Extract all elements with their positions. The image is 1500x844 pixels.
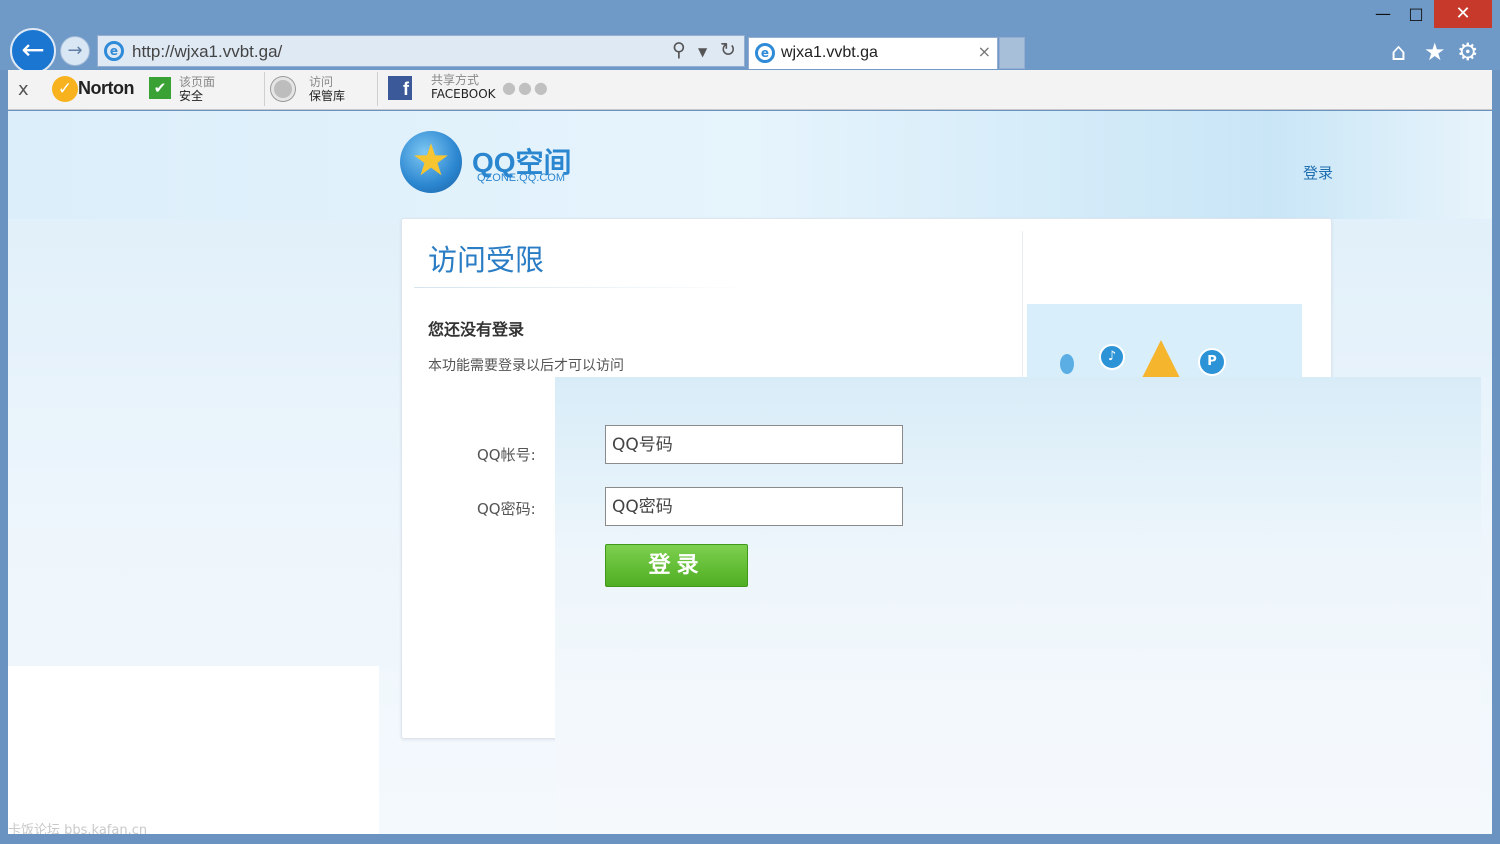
account-input[interactable]: QQ号码 — [605, 425, 903, 464]
password-label: QQ密码: — [477, 500, 536, 518]
norton-toolbar: x ✓ Norton ✔ 该页面 安全 访问 保管库 f 共享方式 FACEBO… — [8, 70, 1492, 110]
maximize-button[interactable]: □ — [1398, 0, 1434, 28]
facebook-icon: f — [388, 76, 412, 100]
star-icon[interactable]: ★ — [1424, 38, 1446, 66]
more-options-icon[interactable]: ●●● — [502, 78, 550, 97]
music-icon: ♪ — [1099, 344, 1125, 370]
norton-logo[interactable]: Norton — [78, 78, 134, 99]
qzone-logo-icon: ★ — [400, 131, 462, 193]
vault-button[interactable]: 访问 保管库 — [309, 75, 345, 103]
safe-check-icon: ✔ — [149, 77, 171, 99]
page-content: ★ QQ空间 QZONE.QQ.COM 登录 访问受限 您还没有登录 本功能需要… — [8, 111, 1492, 834]
not-logged-in-heading: 您还没有登录 — [428, 320, 525, 339]
minimize-button[interactable]: — — [1365, 0, 1401, 28]
blank-panel — [8, 666, 379, 834]
account-label: QQ帐号: — [477, 446, 536, 464]
login-overlay: QQ号码 QQ密码 登录 — [555, 377, 1481, 834]
login-required-text: 本功能需要登录以后才可以访问 — [428, 358, 624, 374]
forum-watermark: 卡饭论坛 bbs.kafan.cn — [8, 823, 148, 834]
p-badge-icon: P — [1198, 348, 1226, 376]
address-bar[interactable]: e http://wjxa1.vvbt.ga/ ⚲ ▼ ↻ — [97, 35, 745, 67]
window-frame-bottom — [0, 834, 1500, 844]
drop-icon — [1060, 354, 1074, 374]
new-tab-button[interactable] — [999, 37, 1025, 69]
header-login-link[interactable]: 登录 — [1303, 162, 1333, 183]
decoration-banner: ♪ P — [1027, 304, 1302, 384]
share-line1: 共享方式 — [431, 73, 480, 87]
close-window-button[interactable]: ✕ — [1434, 0, 1492, 28]
home-icon[interactable]: ⌂ — [1391, 38, 1406, 66]
refresh-icon[interactable]: ↻ — [720, 39, 736, 61]
share-line2: FACEBOOK — [431, 87, 496, 101]
toolbar-divider — [377, 72, 378, 106]
ie-icon: e — [104, 41, 124, 61]
vault-icon — [271, 77, 295, 101]
tab-close-icon[interactable]: × — [978, 42, 991, 61]
vault-line2: 保管库 — [309, 89, 346, 103]
gear-icon[interactable]: ⚙ — [1457, 38, 1479, 66]
page-title: 访问受限 — [428, 243, 545, 277]
address-url[interactable]: http://wjxa1.vvbt.ga/ — [132, 42, 282, 62]
vault-line1: 访问 — [309, 75, 334, 89]
page-safe-line2: 安全 — [179, 89, 204, 103]
forward-button[interactable]: → — [60, 36, 90, 66]
browser-chrome: ← → e http://wjxa1.vvbt.ga/ ⚲ ▼ ↻ e wjxa… — [0, 0, 1500, 74]
search-icon[interactable]: ⚲ — [672, 39, 686, 61]
norton-check-icon: ✓ — [52, 76, 78, 102]
toolbar-divider — [264, 72, 265, 106]
tab-ie-icon: e — [755, 43, 775, 63]
share-facebook-button[interactable]: 共享方式 FACEBOOK — [431, 73, 496, 101]
page-safe-status[interactable]: 该页面 安全 — [179, 75, 215, 103]
back-button[interactable]: ← — [10, 28, 56, 74]
header-band — [8, 111, 1492, 219]
toolbar-close-button[interactable]: x — [18, 79, 29, 100]
tab-active[interactable]: e wjxa1.vvbt.ga × — [748, 37, 998, 69]
triangle-icon — [1141, 340, 1181, 380]
password-input[interactable]: QQ密码 — [605, 487, 903, 526]
title-divider — [414, 287, 754, 288]
card-divider — [1022, 231, 1023, 391]
page-safe-line1: 该页面 — [179, 75, 216, 89]
tab-title: wjxa1.vvbt.ga — [781, 44, 878, 61]
login-button[interactable]: 登录 — [605, 544, 748, 587]
logo-subtitle: QZONE.QQ.COM — [477, 172, 565, 184]
dropdown-icon[interactable]: ▼ — [698, 45, 707, 59]
